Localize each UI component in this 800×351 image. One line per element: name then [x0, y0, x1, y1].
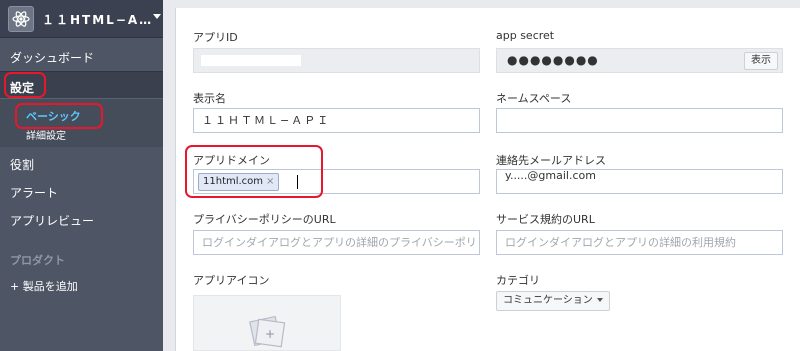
svg-text:+: + — [265, 327, 275, 341]
annotation-app-domain — [185, 145, 323, 198]
tos-url-input[interactable]: ログインダイアログとアプリの詳細の利用規約 — [496, 230, 783, 255]
contact-email-input[interactable]: y.....@gmail.com — [496, 169, 783, 194]
sidebar-item-alerts[interactable]: アラート — [0, 184, 163, 201]
tos-url-placeholder: ログインダイアログとアプリの詳細の利用規約 — [505, 236, 736, 249]
contact-email-value: y.....@gmail.com — [505, 169, 596, 182]
app-secret-label: app secret — [496, 29, 555, 42]
redacted-value — [201, 55, 301, 66]
add-product-link[interactable]: + 製品を追加 — [10, 278, 78, 294]
annotation-basic — [15, 103, 103, 129]
namespace-label: ネームスペース — [496, 92, 572, 105]
atom-icon — [8, 6, 34, 32]
app-icon-upload[interactable]: + — [193, 295, 341, 351]
sidebar-item-app-review[interactable]: アプリレビュー — [0, 212, 163, 229]
app-switcher[interactable]: １１HTML−A… — [0, 0, 163, 38]
category-label: カテゴリ — [496, 274, 540, 287]
display-name-label: 表示名 — [193, 92, 226, 105]
sidebar-item-roles[interactable]: 役割 — [0, 156, 163, 173]
namespace-input[interactable] — [496, 108, 783, 133]
category-value: コミュニケーション — [503, 295, 593, 306]
category-dropdown[interactable]: コミュニケーション — [496, 291, 610, 311]
app-id-label: アプリID — [193, 31, 238, 44]
app-secret-field: ●●●●●●●● 表示 — [496, 48, 783, 73]
chevron-down-icon — [596, 298, 603, 302]
show-secret-button[interactable]: 表示 — [744, 52, 778, 70]
sidebar: １１HTML−A… ダッシュボード 設定 ベーシック 詳細設定 役割 アラート … — [0, 0, 163, 351]
privacy-url-placeholder: ログインダイアログとアプリの詳細のプライバシーポリ — [202, 236, 477, 249]
app-id-field — [193, 48, 480, 73]
annotation-settings — [4, 72, 46, 98]
contact-email-label: 連絡先メールアドレス — [496, 154, 606, 167]
app-name: １１HTML−A… — [42, 13, 154, 27]
sidebar-item-dashboard[interactable]: ダッシュボード — [0, 49, 163, 66]
submenu-item-advanced[interactable]: 詳細設定 — [26, 127, 66, 142]
chevron-down-icon[interactable] — [153, 14, 161, 19]
products-header: プロダクト — [10, 254, 65, 267]
tos-url-label: サービス規約のURL — [496, 213, 595, 226]
app-icon-label: アプリアイコン — [193, 274, 270, 287]
add-image-icon: + — [249, 315, 286, 348]
app-secret-value: ●●●●●●●● — [507, 53, 599, 67]
privacy-url-label: プライバシーポリシーのURL — [193, 213, 336, 226]
display-name-input[interactable]: １１ＨＴＭＬ−ＡＰＩ — [193, 108, 480, 133]
privacy-url-input[interactable]: ログインダイアログとアプリの詳細のプライバシーポリ — [193, 230, 480, 255]
display-name-value: １１ＨＴＭＬ−ＡＰＩ — [202, 114, 331, 127]
